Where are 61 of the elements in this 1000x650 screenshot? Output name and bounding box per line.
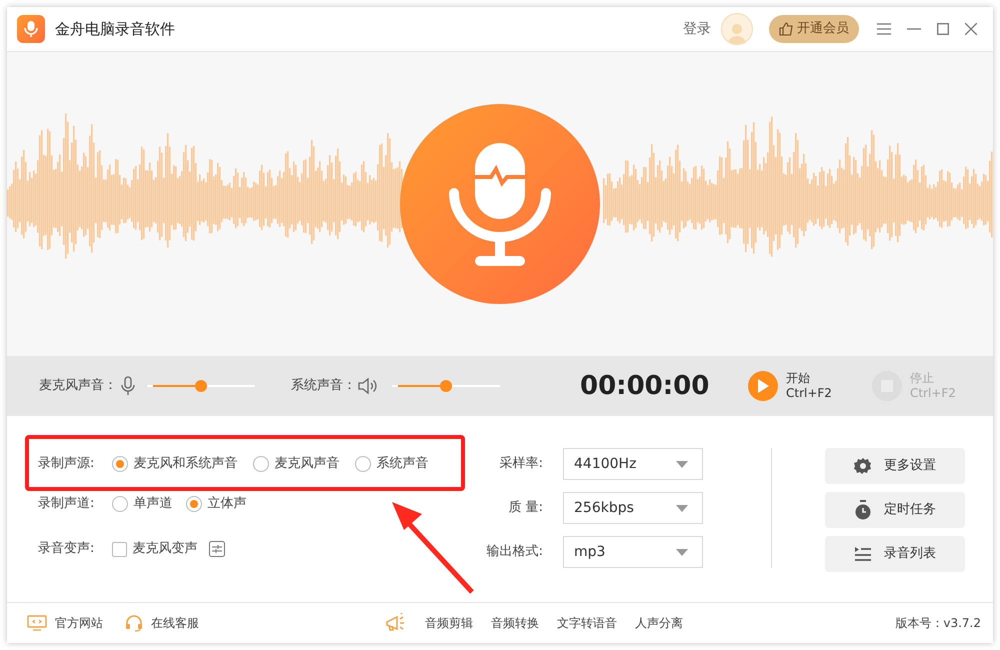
- headset-icon: [125, 614, 143, 632]
- recording-timer: 00:00:00: [580, 370, 710, 402]
- radio-option[interactable]: 麦克风声音: [253, 454, 340, 474]
- version-text: 版本号：v3.7.2: [895, 615, 981, 632]
- play-icon: [748, 371, 778, 401]
- tool-link[interactable]: 音频转换: [491, 614, 539, 632]
- option-label: 录制声源:: [38, 455, 94, 474]
- slider-thumb[interactable]: [440, 380, 452, 392]
- settings-icon: [854, 457, 872, 475]
- thumbs-up-icon: [779, 22, 793, 36]
- option-label: 录制声道:: [38, 495, 94, 514]
- dropdown[interactable]: mp3: [563, 536, 703, 568]
- action-button[interactable]: 定时任务: [825, 492, 965, 528]
- system-volume-label: 系统声音：: [291, 377, 356, 396]
- select-label: 采样率:: [498, 455, 543, 474]
- tool-link[interactable]: 人声分离: [635, 614, 683, 632]
- tool-link[interactable]: 音频剪辑: [425, 614, 473, 632]
- checkbox-label[interactable]: 麦克风变声: [132, 539, 198, 559]
- login-link[interactable]: 登录: [683, 18, 711, 40]
- footer-link[interactable]: 在线客服: [125, 614, 199, 632]
- tool-link[interactable]: 文字转语音: [557, 614, 617, 632]
- footer-link[interactable]: 官方网站: [27, 614, 103, 632]
- minimize-icon[interactable]: [907, 28, 921, 30]
- select-label: 输出格式:: [486, 543, 543, 562]
- radio-button[interactable]: [186, 496, 202, 512]
- radio-button[interactable]: [355, 456, 372, 472]
- select-label: 质 量:: [507, 499, 543, 518]
- checkbox[interactable]: [112, 542, 128, 556]
- radio-button[interactable]: [112, 456, 128, 472]
- stopwatch-icon: [854, 500, 872, 520]
- vip-button[interactable]: 开通会员: [769, 15, 859, 43]
- radio-option[interactable]: 立体声: [186, 494, 246, 514]
- microphone-icon: [121, 376, 135, 396]
- menu-icon[interactable]: [877, 23, 891, 35]
- radio-button[interactable]: [112, 496, 128, 512]
- dropdown[interactable]: 44100Hz: [563, 448, 703, 480]
- monitor-icon: [27, 615, 47, 631]
- microphone-volume-label: 麦克风声音：: [39, 377, 117, 396]
- dropdown-caret-icon: [676, 504, 688, 512]
- start-button[interactable]: 开始 Ctrl+F2: [748, 371, 832, 401]
- action-button[interactable]: 录音列表: [825, 536, 965, 572]
- app-logo-icon: [17, 15, 45, 43]
- adjust-icon[interactable]: [209, 541, 226, 557]
- radio-option[interactable]: 单声道: [112, 494, 172, 514]
- speaker-icon: [358, 377, 378, 395]
- microphone-icon: [448, 141, 552, 267]
- dropdown-caret-icon: [676, 548, 688, 556]
- megaphone-icon: [385, 613, 407, 633]
- option-label: 录音变声:: [38, 540, 94, 558]
- dropdown-caret-icon: [676, 460, 688, 468]
- list-icon: [854, 546, 872, 562]
- maximize-icon[interactable]: [937, 23, 949, 35]
- radio-button[interactable]: [253, 456, 270, 472]
- window-title: 金舟电脑录音软件: [55, 18, 175, 40]
- action-button[interactable]: 更多设置: [825, 448, 965, 484]
- avatar-icon[interactable]: [721, 13, 753, 45]
- dropdown[interactable]: 256kbps: [563, 492, 703, 524]
- radio-option[interactable]: 麦克风和系统声音: [112, 454, 238, 474]
- close-icon[interactable]: [965, 23, 977, 35]
- radio-option[interactable]: 系统声音: [355, 454, 428, 474]
- slider-thumb[interactable]: [195, 380, 207, 392]
